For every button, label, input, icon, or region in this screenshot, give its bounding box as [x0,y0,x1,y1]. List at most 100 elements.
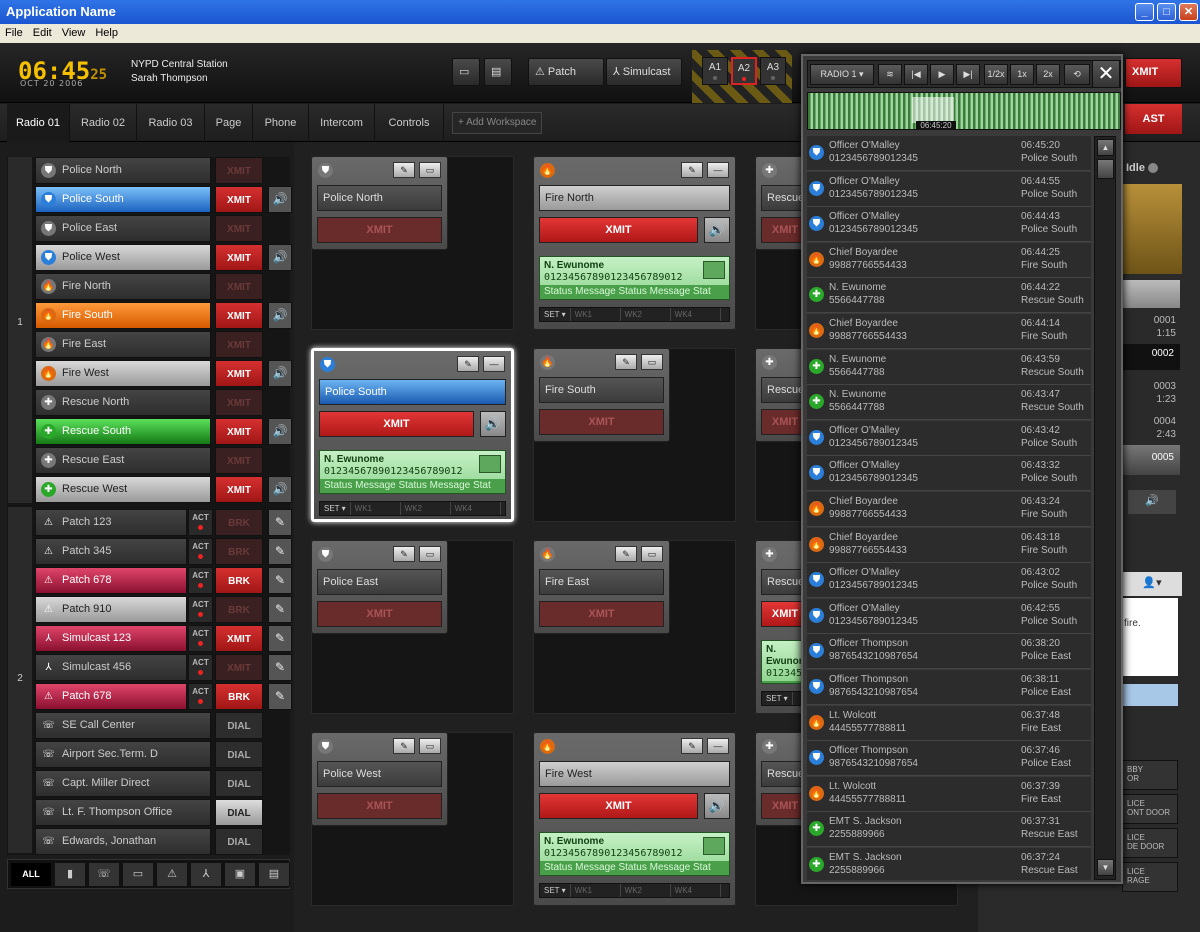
channel-row[interactable]: ✚ Rescue North XMIT [35,389,290,416]
card-xmit-button[interactable]: XMIT [539,217,698,243]
channel-row[interactable]: ⅄ Simulcast 123 ACT XMIT ✎ [35,625,292,652]
card-channel-name[interactable]: Police South [319,379,506,405]
speaker-icon[interactable]: 🔊 [268,476,292,503]
channel-name-button[interactable]: ⚠ Patch 345 [35,538,187,565]
filter-all-button[interactable]: ALL [10,862,52,887]
a2-button[interactable]: A2 [731,57,757,85]
pin-icon[interactable]: ✎ [681,162,703,178]
menu-view[interactable]: View [57,24,91,42]
skip-forward-icon[interactable]: ▶| [956,64,980,85]
card-channel-name[interactable]: Fire North [539,185,730,211]
channel-name-button[interactable]: ⚠ Patch 910 [35,596,187,623]
audio-waveform[interactable]: 06:45:20 [807,92,1121,130]
channel-name-button[interactable]: ⛊ Police West [35,244,211,271]
channel-card[interactable]: 🔥 ✎ ▭ Fire South XMIT [533,348,670,442]
log-entry[interactable]: ⛊ Officer O'Malley 0123456789012345 06:42:5… [807,598,1091,634]
channel-row[interactable]: ☏ SE Call Center DIAL [35,712,290,739]
tab-intercom[interactable]: Intercom [309,104,375,142]
pin-icon[interactable]: ✎ [393,738,415,754]
channel-name-button[interactable]: ⛊ Police North [35,157,211,184]
wk2-button[interactable]: WK2 [621,308,671,321]
channel-row[interactable]: ⚠ Patch 678 ACT BRK ✎ [35,567,292,594]
scroll-thumb[interactable] [1097,159,1114,179]
channel-row[interactable]: ✚ Rescue East XMIT [35,447,290,474]
channel-row[interactable]: ✚ Rescue West XMIT 🔊 [35,476,292,503]
waveform-selection[interactable] [912,97,954,123]
log-entry[interactable]: ⛊ Officer O'Malley 0123456789012345 06:45:2… [807,136,1091,171]
card-xmit-button[interactable]: XMIT [317,217,442,243]
folder-icon[interactable] [703,837,725,855]
log-entry[interactable]: 🔥 Chief Boyardee 99887766554433 06:43:24 Fir… [807,492,1091,527]
simulcast-filter-icon[interactable]: ⅄ [190,862,222,887]
channel-card[interactable]: 🔥 ✎ — Fire North XMIT 🔊 N. Ewunome 012345678901… [533,156,736,330]
channel-row[interactable]: ⛊ Police East XMIT [35,215,290,242]
channel-name-button[interactable]: ⚠ Patch 123 [35,509,187,536]
channel-row[interactable]: ✚ Rescue South XMIT 🔊 [35,418,292,445]
tab-radio-01[interactable]: Radio 01 [7,104,70,142]
patch-button[interactable]: ⚠ Patch [528,58,604,86]
tab-controls[interactable]: Controls [375,104,444,142]
pin-icon[interactable]: ✎ [457,356,479,372]
card-channel-name[interactable]: Fire East [539,569,664,595]
channel-card[interactable]: ⛊ ✎ ▭ Police East XMIT [311,540,448,634]
minimize-icon[interactable]: — [707,162,729,178]
tab-phone[interactable]: Phone [253,104,309,142]
xmit-button[interactable]: XMIT [215,186,263,213]
channel-row[interactable]: 🔥 Fire South XMIT 🔊 [35,302,292,329]
card-channel-name[interactable]: Police North [317,185,442,211]
xmit-button[interactable]: XMIT [215,360,263,387]
xmit-button[interactable]: XMIT [215,215,263,242]
xmit-button[interactable]: XMIT [215,244,263,271]
loop-icon[interactable]: ⟲ [1064,64,1090,85]
front-door-button[interactable]: LICE ONT DOOR [1122,794,1178,824]
channel-card[interactable]: 🔥 ✎ — Fire West XMIT 🔊 N. Ewunome 0123456789012… [533,732,736,906]
maximize-icon[interactable]: ▭ [419,546,441,562]
xmit-button[interactable]: XMIT [215,447,263,474]
add-workspace-button[interactable]: + Add Workspace [452,112,543,134]
log-entry[interactable]: ⛊ Officer O'Malley 0123456789012345 06:43:0… [807,563,1091,599]
queue-5[interactable]: 0005 [1122,445,1180,475]
speaker-icon[interactable]: 🔊 [268,302,292,329]
card-channel-name[interactable]: Police West [317,761,442,787]
log-entry[interactable]: 🔥 Lt. Wolcott 44455577788811 06:37:48 Fire E… [807,705,1091,741]
log-entry[interactable]: 🔥 Lt. Wolcott 44455577788811 06:37:39 Fire E… [807,776,1091,812]
xmit-button[interactable]: XMIT [215,418,263,445]
wk4-button[interactable]: WK4 [451,502,501,515]
folder-icon[interactable]: ▭ [452,58,480,86]
set-dropdown[interactable]: SET ▾ [540,884,571,897]
menu-edit[interactable]: Edit [28,24,57,42]
brk-button[interactable]: BRK [215,538,263,565]
channel-row[interactable]: ⛊ Police North XMIT [35,157,290,184]
speaker-icon[interactable]: 🔊 [1128,490,1176,514]
wk4-button[interactable]: WK4 [671,308,721,321]
queue-3[interactable]: 0003 1:23 [1126,380,1176,406]
pin-icon[interactable]: ✎ [615,546,637,562]
double-speed-button[interactable]: 2x [1036,64,1060,85]
speaker-icon[interactable]: 🔊 [480,411,506,437]
pin-icon[interactable]: ✎ [615,354,637,370]
wk4-button[interactable]: WK4 [671,884,721,897]
close-window-button[interactable]: ✕ [1179,3,1198,21]
log-entry[interactable]: 🔥 Chief Boyardee 99887766554433 06:43:18 Fir… [807,527,1091,563]
minimize-icon[interactable]: — [483,356,505,372]
log-entry[interactable]: ✚ N. Ewunome 5566447788 06:43:47 Rescue Sout… [807,385,1091,421]
log-entry[interactable]: ⛊ Officer O'Malley 0123456789012345 06:43:3… [807,456,1091,492]
xmit-button[interactable]: XMIT [215,389,263,416]
channel-name-button[interactable]: ✚ Rescue West [35,476,211,503]
wrench-icon[interactable]: ✎ [268,538,292,565]
log-entry[interactable]: ✚ EMT S. Jackson 2255889966 06:37:24 Rescue … [807,848,1091,880]
skip-back-icon[interactable]: |◀ [904,64,928,85]
channel-row[interactable]: ⚠ Patch 910 ACT BRK ✎ [35,596,292,623]
a1-button[interactable]: A1 [702,57,728,85]
user-menu-icon[interactable]: 👤▾ [1122,572,1182,596]
channel-card[interactable]: ⛊ ✎ — Police South XMIT 🔊 N. Ewunome 0123456789… [311,348,514,522]
menu-file[interactable]: File [0,24,28,42]
wk2-button[interactable]: WK2 [621,884,671,897]
queue-1[interactable]: 0001 1:15 [1126,314,1176,340]
half-speed-button[interactable]: 1/2x [984,64,1008,85]
top-east-button[interactable]: AST [1125,104,1182,134]
channel-name-button[interactable]: ⛊ Police East [35,215,211,242]
card-xmit-button[interactable]: XMIT [317,793,442,819]
patch-filter-icon[interactable]: ⚠ [156,862,188,887]
intercom-filter-icon[interactable]: ▭ [122,862,154,887]
